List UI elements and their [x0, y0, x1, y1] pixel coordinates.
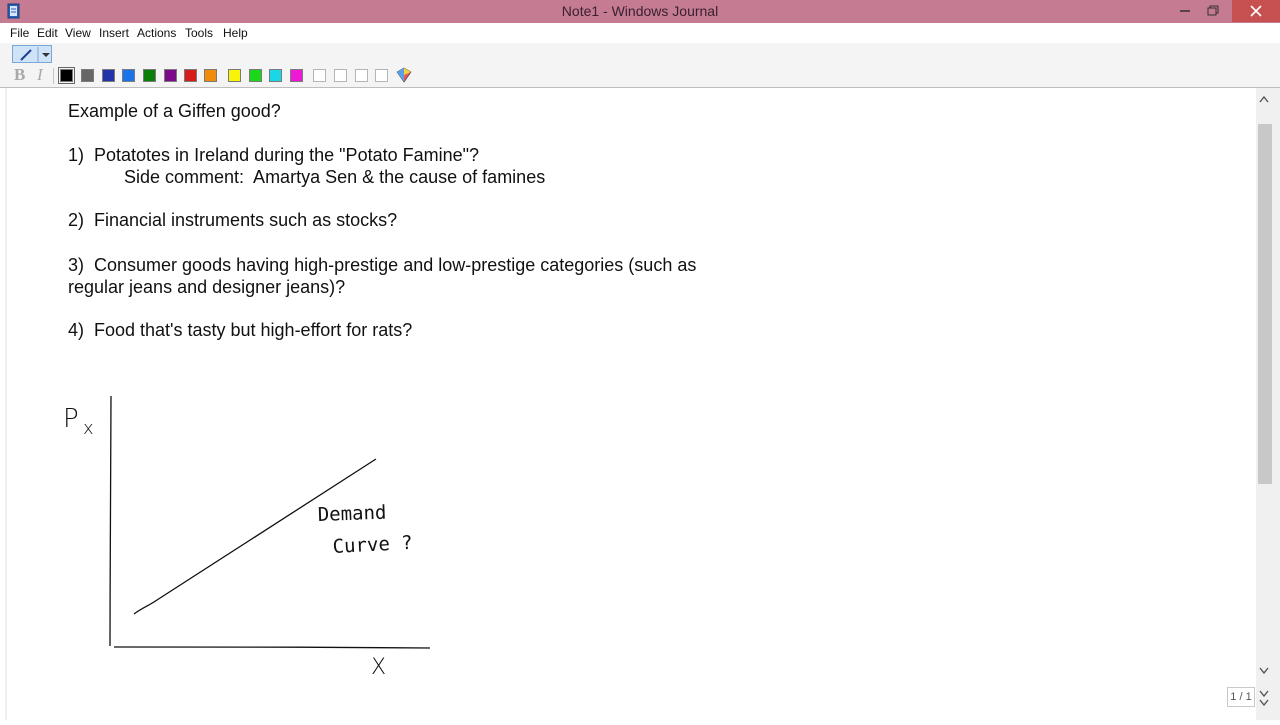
scrollbar-thumb[interactable]	[1258, 124, 1272, 484]
y-axis-label: P	[63, 404, 79, 434]
y-axis-subscript: x	[83, 418, 94, 439]
y-axis-stroke	[109, 395, 112, 647]
curve-label-line2: Curve ?	[332, 532, 413, 558]
page-count: 1 / 1	[1227, 687, 1255, 707]
curve-label-line1: Demand	[317, 502, 386, 526]
handwritten-sketch: P x X Demand Curve ?	[63, 395, 431, 680]
x-axis-label: X	[371, 655, 386, 680]
x-axis-stroke	[113, 646, 431, 649]
